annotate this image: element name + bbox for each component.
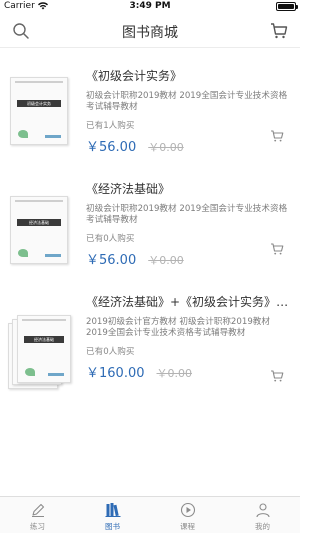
tab-label: 课程 [180, 522, 195, 531]
clock: 3:49 PM [129, 1, 171, 11]
price-row: ￥56.00 ￥0.00 [86, 249, 292, 268]
original-price: ￥0.00 [148, 141, 184, 154]
sold-count: 已有0人购买 [86, 234, 135, 244]
tab-books[interactable]: 图书 [75, 497, 150, 533]
cart-icon[interactable] [270, 22, 288, 40]
add-to-cart-icon[interactable] [270, 129, 284, 143]
price: ￥56.00 [86, 140, 137, 155]
original-price: ￥0.00 [148, 254, 184, 267]
book-description: 初级会计职称2019教材 2019全国会计专业技术资格考试辅导教材 [86, 91, 288, 112]
tab-label: 我的 [255, 522, 270, 531]
price-row: ￥56.00 ￥0.00 [86, 136, 292, 155]
tab-label: 图书 [105, 522, 120, 531]
book-description: 2019初级会计官方教材 初级会计职称2019教材 2019全国会计专业技术资格… [86, 317, 270, 338]
book-item[interactable]: 经济法基础 《经济法基础》 初级会计职称2019教材 2019全国会计专业技术资… [0, 168, 300, 287]
nav-bar: 图书商城 [0, 14, 300, 48]
book-description: 初级会计职称2019教材 2019全国会计专业技术资格考试辅导教材 [86, 204, 288, 225]
person-icon [255, 503, 270, 518]
book-cover: 初级会计实务 [8, 73, 72, 145]
battery-icon [276, 2, 298, 11]
original-price: ￥0.00 [156, 367, 193, 380]
book-item[interactable]: 经济法基础 《经济法基础》+《初级会计实务》+... 2019初级会计官方教材 … [0, 287, 300, 412]
status-bar: Carrier 3:49 PM [0, 0, 300, 14]
price: ￥56.00 [86, 253, 137, 268]
tab-label: 练习 [30, 522, 45, 531]
sold-count: 已有0人购买 [86, 347, 135, 357]
book-list: 初级会计实务 《初级会计实务》 初级会计职称2019教材 2019全国会计专业技… [0, 49, 300, 412]
book-info: 《初级会计实务》 初级会计职称2019教材 2019全国会计专业技术资格考试辅导… [86, 67, 292, 155]
pencil-icon [31, 503, 44, 517]
book-name: 《初级会计实务》 [86, 69, 183, 83]
price: ￥160.00 [86, 366, 145, 381]
play-circle-icon [180, 502, 195, 518]
tab-bar: 练习 图书 课程 我的 [0, 496, 300, 533]
tab-practice[interactable]: 练习 [0, 497, 75, 533]
book-name: 《经济法基础》+《初级会计实务》+... [86, 295, 292, 309]
price-row: ￥160.00 ￥0.00 [86, 362, 292, 381]
add-to-cart-icon[interactable] [270, 369, 284, 383]
sold-count: 已有1人购买 [86, 121, 135, 131]
book-name: 《经济法基础》 [86, 182, 171, 196]
book-info: 《经济法基础》 初级会计职称2019教材 2019全国会计专业技术资格考试辅导教… [86, 180, 292, 268]
tab-profile[interactable]: 我的 [225, 497, 300, 533]
add-to-cart-icon[interactable] [270, 242, 284, 256]
book-cover-bundle: 经济法基础 [8, 311, 72, 391]
page-title: 图书商城 [122, 25, 178, 41]
book-info: 《经济法基础》+《初级会计实务》+... 2019初级会计官方教材 初级会计职称… [86, 293, 292, 381]
books-icon [105, 503, 120, 517]
book-cover: 经济法基础 [8, 192, 72, 264]
book-item[interactable]: 初级会计实务 《初级会计实务》 初级会计职称2019教材 2019全国会计专业技… [0, 49, 300, 168]
tab-courses[interactable]: 课程 [150, 497, 225, 533]
